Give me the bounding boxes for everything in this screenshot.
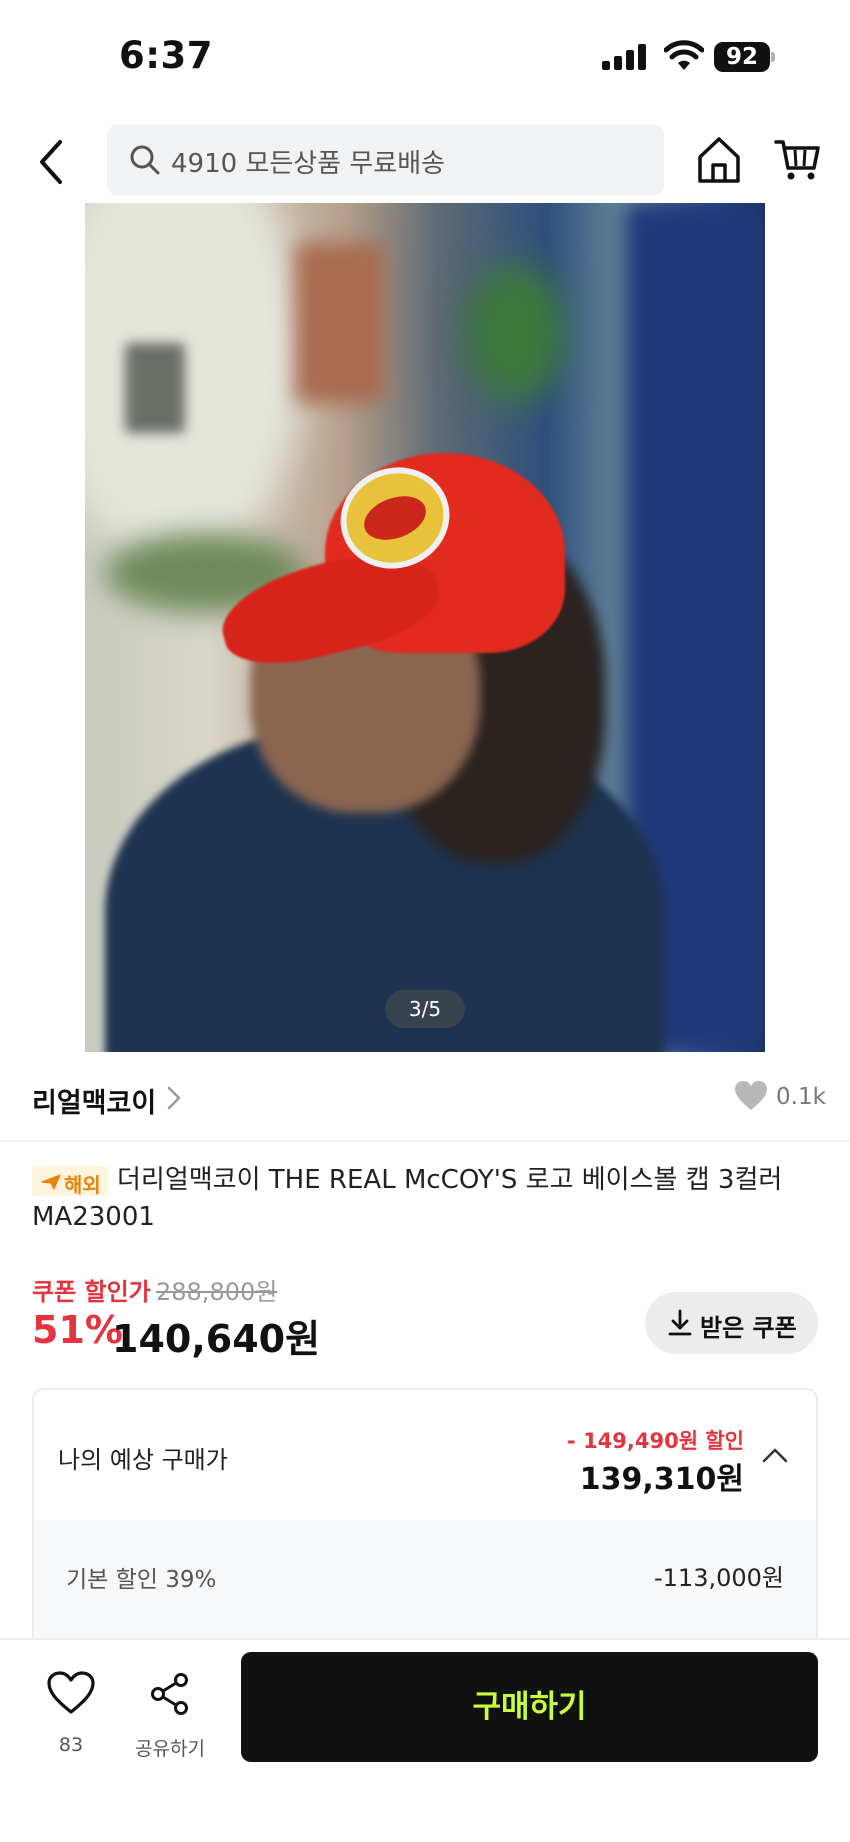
share-label: 공유하기 [135, 1738, 205, 1760]
expected-discount: - 149,490원 할인 [567, 1429, 744, 1453]
search-placeholder: 4910 모든상품 무료배송 [171, 149, 446, 179]
basic-discount-label: 기본 할인 39% [66, 1567, 217, 1593]
expected-price-label: 나의 예상 구매가 [58, 1446, 228, 1474]
status-time: 6:37 [119, 34, 214, 77]
home-icon[interactable] [696, 135, 742, 185]
final-price: 140,640원 [112, 1317, 321, 1361]
wishlist-button[interactable]: 83 [42, 1670, 100, 1770]
original-price: 288,800원 [156, 1278, 278, 1306]
download-icon [668, 1309, 692, 1336]
expected-price-detail: 기본 할인 39% -113,000원 [34, 1520, 816, 1646]
bottom-action-bar: 83 공유하기 구매하기 [0, 1638, 850, 1842]
cart-icon[interactable] [774, 136, 820, 182]
wifi-icon [664, 40, 704, 70]
search-icon [130, 145, 160, 175]
brand-like-count: 0.1k [776, 1084, 826, 1110]
chevron-up-icon [762, 1448, 788, 1463]
buy-button[interactable]: 구매하기 [241, 1652, 818, 1762]
expected-price-panel: 나의 예상 구매가 - 149,490원 할인 139,310원 기본 할인 3… [32, 1388, 818, 1648]
product-image[interactable] [85, 203, 765, 1052]
chevron-right-icon [167, 1086, 181, 1110]
received-coupon-label: 받은 쿠폰 [700, 1314, 797, 1342]
wishlist-count: 83 [58, 1734, 84, 1756]
share-button[interactable]: 공유하기 [130, 1670, 210, 1770]
battery-icon: 92 [714, 42, 776, 72]
search-input[interactable]: 4910 모든상품 무료배송 [107, 125, 664, 195]
discount-rate: 51% [32, 1308, 123, 1352]
received-coupon-button[interactable]: 받은 쿠폰 [645, 1292, 818, 1354]
share-icon [151, 1673, 188, 1715]
heart-outline-icon [47, 1671, 95, 1714]
divider [0, 1140, 850, 1142]
expected-price-toggle[interactable]: 나의 예상 구매가 - 149,490원 할인 139,310원 [34, 1390, 816, 1520]
brand-name: 리얼맥코이 [32, 1088, 157, 1119]
product-title: 더리얼맥코이 THE REAL McCOY'S 로고 베이스볼 캡 3컬러 MA… [32, 1165, 783, 1232]
image-counter: 3/5 [385, 990, 465, 1028]
brand-like[interactable]: 0.1k [734, 1078, 834, 1118]
basic-discount-value: -113,000원 [654, 1564, 784, 1592]
signal-icon [602, 44, 646, 70]
brand-link[interactable]: 리얼맥코이 [32, 1073, 822, 1121]
heart-icon [735, 1081, 767, 1110]
back-button[interactable] [30, 132, 74, 192]
battery-level: 92 [714, 42, 770, 72]
coupon-price-label: 쿠폰 할인가 [32, 1278, 151, 1306]
expected-price: 139,310원 [579, 1462, 744, 1497]
